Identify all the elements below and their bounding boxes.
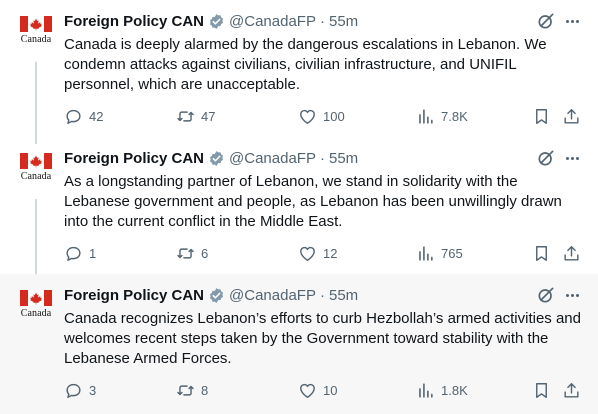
share-icon — [564, 382, 579, 398]
handle[interactable]: @CanadaFP — [229, 150, 316, 167]
views-icon — [419, 108, 433, 124]
avatar-wordmark: Canada — [20, 34, 52, 45]
views-icon — [419, 245, 433, 261]
views-button[interactable]: 765 — [416, 241, 463, 265]
views-count: 1.8K — [441, 382, 468, 398]
more-icon[interactable] — [562, 285, 582, 305]
avatar-wordmark: Canada — [20, 171, 52, 182]
tweet[interactable]: Canada Foreign Policy CAN @CanadaFP · 55… — [0, 137, 598, 274]
reply-count: 42 — [89, 108, 104, 124]
reply-count: 1 — [89, 245, 97, 261]
more-icon[interactable] — [562, 148, 582, 168]
grok-icon[interactable] — [536, 285, 556, 305]
reply-icon — [66, 383, 81, 398]
share-button[interactable] — [562, 104, 581, 128]
grok-icon[interactable] — [536, 148, 556, 168]
like-icon — [300, 109, 315, 124]
separator-dot: · — [319, 149, 325, 167]
bookmark-icon — [536, 382, 547, 398]
share-icon — [564, 108, 579, 124]
like-count: 10 — [323, 382, 338, 398]
repost-button[interactable]: 47 — [176, 104, 215, 128]
more-icon[interactable] — [562, 11, 582, 31]
share-icon — [564, 245, 579, 261]
avatar[interactable]: Canada — [16, 290, 56, 332]
repost-count: 8 — [201, 382, 209, 398]
reply-button[interactable]: 42 — [64, 104, 103, 128]
tweet-header: Foreign Policy CAN @CanadaFP · 55m — [64, 10, 358, 32]
repost-icon — [177, 384, 194, 396]
canada-flag-icon — [20, 16, 52, 32]
verified-badge-icon[interactable] — [208, 150, 225, 167]
share-button[interactable] — [562, 378, 581, 402]
views-count: 7.8K — [441, 108, 468, 124]
separator-dot: · — [319, 12, 325, 30]
reply-count: 3 — [89, 382, 97, 398]
avatar[interactable]: Canada — [16, 16, 56, 58]
tweet-actions: 1 6 12 765 — [64, 241, 588, 265]
tweet-actions: 3 8 10 1.8K — [64, 378, 588, 402]
like-button[interactable]: 100 — [298, 104, 345, 128]
reply-icon — [66, 109, 81, 124]
like-count: 12 — [323, 245, 338, 261]
display-name[interactable]: Foreign Policy CAN — [64, 287, 204, 304]
tweet-text: Canada recognizes Lebanon’s efforts to c… — [64, 310, 581, 367]
reply-button[interactable]: 1 — [64, 241, 96, 265]
repost-icon — [177, 247, 194, 259]
handle[interactable]: @CanadaFP — [229, 287, 316, 304]
like-button[interactable]: 12 — [298, 241, 337, 265]
tweet[interactable]: Canada Foreign Policy CAN @CanadaFP · 55… — [0, 0, 598, 137]
tweet-text: Canada is deeply alarmed by the dangerou… — [64, 36, 547, 93]
display-name[interactable]: Foreign Policy CAN — [64, 150, 204, 167]
bookmark-icon — [536, 245, 547, 261]
tweet-text: As a longstanding partner of Lebanon, we… — [64, 173, 562, 230]
avatar-wordmark: Canada — [20, 308, 52, 319]
views-button[interactable]: 7.8K — [416, 104, 468, 128]
reply-button[interactable]: 3 — [64, 378, 96, 402]
share-button[interactable] — [562, 241, 581, 265]
tweet-actions: 42 47 100 7.8K — [64, 104, 588, 128]
repost-button[interactable]: 6 — [176, 241, 208, 265]
tweet-header: Foreign Policy CAN @CanadaFP · 55m — [64, 147, 358, 169]
bookmark-button[interactable] — [532, 104, 551, 128]
views-button[interactable]: 1.8K — [416, 378, 468, 402]
canada-flag-icon — [20, 153, 52, 169]
bookmark-button[interactable] — [532, 378, 551, 402]
avatar[interactable]: Canada — [16, 153, 56, 195]
canada-flag-icon — [20, 290, 52, 306]
timestamp[interactable]: 55m — [329, 287, 358, 304]
repost-count: 47 — [201, 108, 216, 124]
grok-icon[interactable] — [536, 11, 556, 31]
repost-button[interactable]: 8 — [176, 378, 208, 402]
display-name[interactable]: Foreign Policy CAN — [64, 13, 204, 30]
timestamp[interactable]: 55m — [329, 13, 358, 30]
repost-icon — [177, 110, 194, 122]
like-icon — [300, 246, 315, 261]
tweet-header: Foreign Policy CAN @CanadaFP · 55m — [64, 284, 358, 306]
like-button[interactable]: 10 — [298, 378, 337, 402]
verified-badge-icon[interactable] — [208, 287, 225, 304]
verified-badge-icon[interactable] — [208, 13, 225, 30]
views-count: 765 — [441, 245, 463, 261]
tweet[interactable]: Canada Foreign Policy CAN @CanadaFP · 55… — [0, 274, 598, 414]
timestamp[interactable]: 55m — [329, 150, 358, 167]
handle[interactable]: @CanadaFP — [229, 13, 316, 30]
tweet-thread: Canada Foreign Policy CAN @CanadaFP · 55… — [0, 0, 598, 414]
repost-count: 6 — [201, 245, 209, 261]
like-count: 100 — [323, 108, 345, 124]
bookmark-button[interactable] — [532, 241, 551, 265]
bookmark-icon — [536, 108, 547, 124]
reply-icon — [66, 246, 81, 261]
like-icon — [300, 383, 315, 398]
views-icon — [419, 382, 433, 398]
separator-dot: · — [319, 286, 325, 304]
